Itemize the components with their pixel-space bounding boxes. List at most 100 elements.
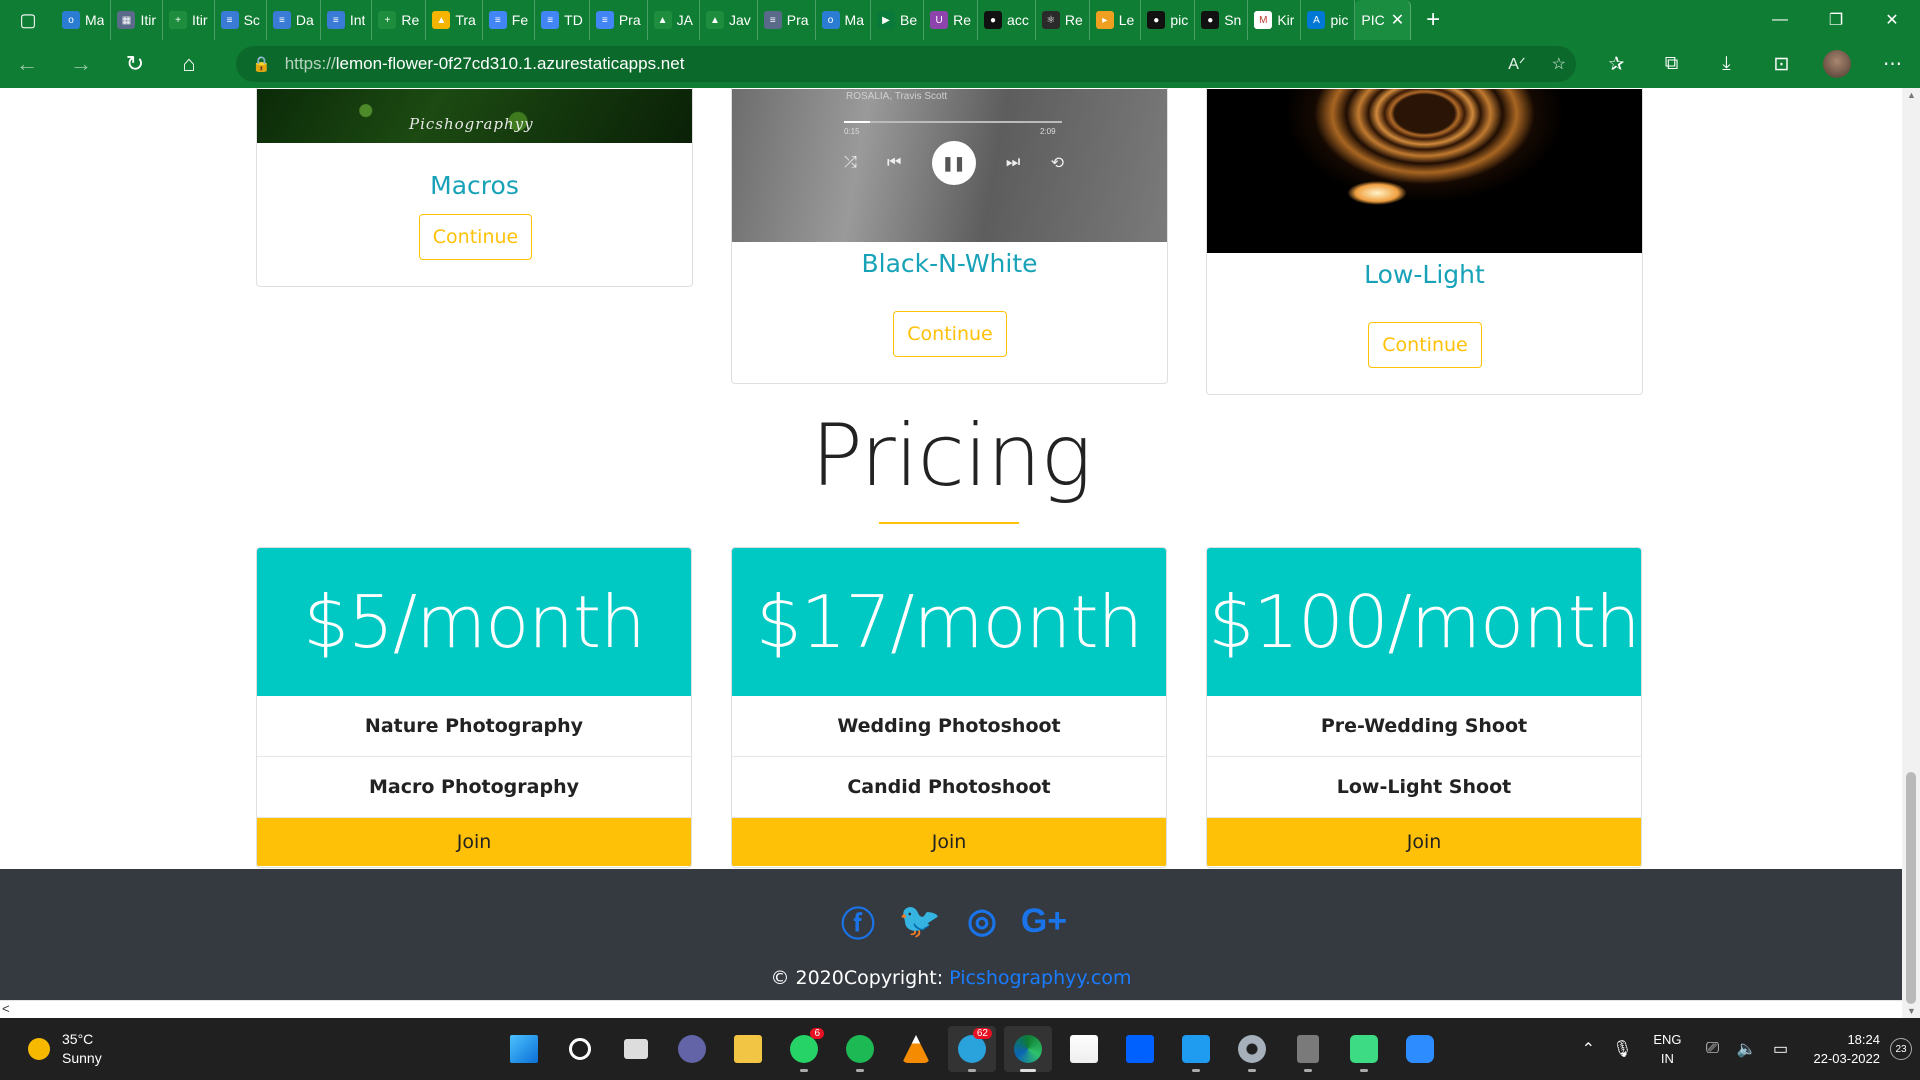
settings-icon[interactable] xyxy=(1228,1026,1276,1072)
lock-icon[interactable]: 🔒 xyxy=(252,55,271,73)
browser-tab[interactable]: ≡ Da xyxy=(267,0,321,40)
browser-tab[interactable]: ● acc xyxy=(978,0,1036,40)
math-solver-icon[interactable]: ⊡ xyxy=(1754,40,1809,88)
browser-tab[interactable]: o Ma xyxy=(816,0,871,40)
browser-tab[interactable]: ⚛ Re xyxy=(1036,0,1090,40)
google-plus-icon[interactable]: G+ xyxy=(1021,899,1067,943)
join-button[interactable]: Join xyxy=(257,818,691,866)
downloads-icon[interactable]: ⤓ xyxy=(1699,40,1754,88)
minimize-icon[interactable]: — xyxy=(1752,0,1808,40)
browser-tab[interactable]: ▸ Le xyxy=(1090,0,1142,40)
refresh-icon[interactable]: ↻ xyxy=(108,40,162,88)
search-icon[interactable] xyxy=(556,1026,604,1072)
collections-icon[interactable]: ⧉ xyxy=(1644,40,1699,88)
calculator-icon[interactable] xyxy=(1284,1026,1332,1072)
continue-button[interactable]: Continue xyxy=(893,311,1007,357)
scroll-thumb[interactable] xyxy=(1906,772,1916,1004)
site-link[interactable]: Picshographyy.com xyxy=(949,967,1131,989)
zoom-icon[interactable] xyxy=(1396,1026,1444,1072)
forward-icon[interactable]: → xyxy=(54,40,108,88)
close-window-icon[interactable]: ✕ xyxy=(1864,0,1920,40)
browser-tab[interactable]: + Re xyxy=(372,0,427,40)
restore-icon[interactable]: ❐ xyxy=(1808,0,1864,40)
teams-chat-icon[interactable] xyxy=(668,1026,716,1072)
browser-tab[interactable]: ● Sn xyxy=(1195,0,1249,40)
instagram-icon[interactable]: ◎ xyxy=(960,899,1004,943)
copyright-label: © 2020Copyright: xyxy=(770,967,944,989)
browser-tab[interactable]: PIC ✕ xyxy=(1355,0,1412,40)
store-icon[interactable] xyxy=(1060,1026,1108,1072)
home-icon[interactable]: ⌂ xyxy=(162,40,216,88)
dropbox-icon[interactable] xyxy=(1116,1026,1164,1072)
browser-tab[interactable]: ▦ Itir xyxy=(111,0,164,40)
show-hidden-icons[interactable]: ⌃ xyxy=(1571,1039,1605,1059)
browser-tab[interactable]: Apic xyxy=(1301,0,1356,40)
tab-label: PIC xyxy=(1361,12,1385,28)
browser-tab[interactable]: o Ma xyxy=(56,0,112,40)
microphone-icon[interactable]: 🎙 xyxy=(1605,1039,1639,1059)
edge-icon[interactable] xyxy=(1004,1026,1052,1072)
add-favorite-icon[interactable]: ☆ xyxy=(1552,54,1566,74)
favorites-icon[interactable]: ✰ xyxy=(1589,40,1644,88)
language-indicator[interactable]: ENG IN xyxy=(1653,1030,1681,1068)
weather-widget[interactable]: 35°C Sunny xyxy=(28,1030,102,1068)
browser-tab[interactable]: ≡ Pra xyxy=(590,0,648,40)
task-view-icon[interactable] xyxy=(612,1026,660,1072)
vscode-icon[interactable] xyxy=(1172,1026,1220,1072)
pause-icon: ❚❚ xyxy=(931,141,976,185)
battery-icon[interactable]: ▭ xyxy=(1764,1039,1798,1059)
browser-tab[interactable]: ≡ Int xyxy=(321,0,373,40)
browser-tab[interactable]: M Kir xyxy=(1248,0,1302,40)
browser-tab[interactable]: ▶ Be xyxy=(871,0,925,40)
browser-tab[interactable]: ≡ Sc xyxy=(215,0,267,40)
file-explorer-icon[interactable] xyxy=(724,1026,772,1072)
card-title: Low-Light xyxy=(1364,260,1485,289)
scroll-up-icon[interactable]: ▲ xyxy=(1907,90,1916,100)
android-studio-icon[interactable] xyxy=(1340,1026,1388,1072)
network-icon[interactable]: ⎚ xyxy=(1696,1040,1730,1058)
site-footer: ⓕ 🐦 ◎ G+ © 2020Copyright: Picshographyy.… xyxy=(0,869,1902,1000)
back-icon[interactable]: ← xyxy=(0,40,54,88)
join-button[interactable]: Join xyxy=(1207,818,1641,866)
browser-tab[interactable]: ≡ Fe xyxy=(483,0,536,40)
url-host: lemon-flower-0f27cd310.1.azurestaticapps… xyxy=(335,54,685,73)
facebook-icon[interactable]: ⓕ xyxy=(836,899,880,944)
continue-button[interactable]: Continue xyxy=(1368,322,1482,368)
telegram-icon[interactable]: 62 xyxy=(948,1026,996,1072)
tab-favicon-icon: ⚛ xyxy=(1041,11,1060,29)
new-tab-button[interactable]: + xyxy=(1411,0,1455,40)
player-controls: ⤮ ⏮ ❚❚ ⏭ ⟲ xyxy=(844,141,1064,185)
spotify-icon[interactable] xyxy=(836,1026,884,1072)
start-icon[interactable] xyxy=(500,1026,548,1072)
horizontal-scrollbar[interactable]: < xyxy=(0,1000,1902,1018)
plan-feature: Nature Photography xyxy=(257,696,691,757)
twitter-icon[interactable]: 🐦 xyxy=(898,899,942,943)
scroll-left-icon[interactable]: < xyxy=(2,1001,10,1016)
volume-icon[interactable]: 🔈 xyxy=(1730,1039,1764,1059)
browser-tab[interactable]: ▲ Jav xyxy=(700,0,758,40)
profile-avatar[interactable] xyxy=(1823,50,1851,78)
scroll-down-icon[interactable]: ▼ xyxy=(1907,1006,1916,1016)
join-button[interactable]: Join xyxy=(732,818,1166,866)
vertical-scrollbar[interactable]: ▲ ▼ xyxy=(1902,88,1920,1018)
plan-feature: Wedding Photoshoot xyxy=(732,696,1166,757)
address-bar[interactable]: 🔒 https:// lemon-flower-0f27cd310.1.azur… xyxy=(236,46,1576,82)
browser-tab[interactable]: U Re xyxy=(924,0,979,40)
browser-tab[interactable]: ▲ Tra xyxy=(426,0,483,40)
clock[interactable]: 18:24 22-03-2022 xyxy=(1814,1030,1881,1068)
vlc-icon[interactable] xyxy=(892,1026,940,1072)
more-menu-icon[interactable]: ⋯ xyxy=(1865,40,1920,88)
whatsapp-icon[interactable]: 6 xyxy=(780,1026,828,1072)
browser-tab[interactable]: + Itir xyxy=(163,0,215,40)
tab-label: Pra xyxy=(786,12,809,28)
tab-actions-icon[interactable]: ▢ xyxy=(0,0,56,40)
continue-button[interactable]: Continue xyxy=(419,214,532,260)
close-tab-icon[interactable]: ✕ xyxy=(1391,10,1404,30)
read-aloud-icon[interactable]: Aᐟ xyxy=(1508,54,1525,74)
browser-tab[interactable]: ▲ JA xyxy=(648,0,700,40)
browser-tab[interactable]: ● pic xyxy=(1141,0,1196,40)
browser-tab[interactable]: ≡ TD xyxy=(535,0,590,40)
browser-tab[interactable]: ≡ Pra xyxy=(758,0,816,40)
notification-count[interactable]: 23 xyxy=(1890,1038,1912,1060)
pricing-card: $100/month Pre-Wedding Shoot Low-Light S… xyxy=(1206,547,1642,868)
